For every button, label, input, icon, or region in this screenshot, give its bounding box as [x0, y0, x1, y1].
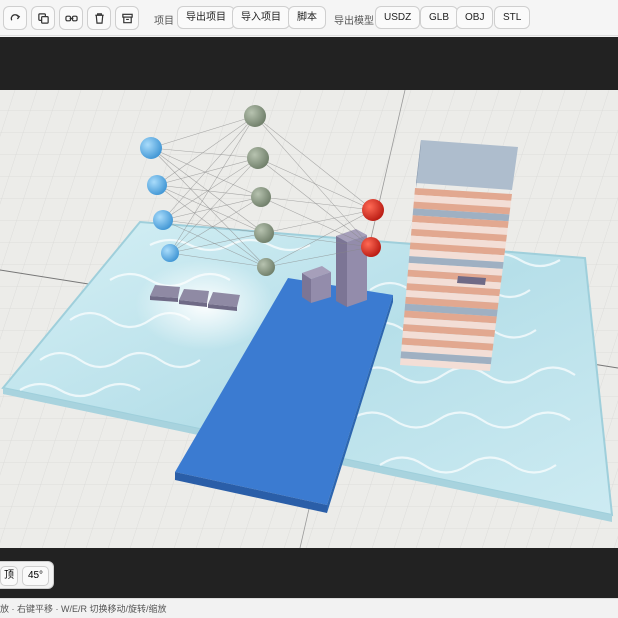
node-output-2[interactable] [361, 237, 381, 257]
link-button[interactable] [59, 6, 83, 30]
node-hidden-5[interactable] [257, 258, 275, 276]
node-input-1[interactable] [140, 137, 162, 159]
node-input-2[interactable] [147, 175, 167, 195]
top-view-button[interactable]: 顶 [0, 566, 18, 586]
export-usdz-button[interactable]: USDZ [375, 6, 421, 29]
export-stl-button[interactable]: STL [494, 6, 531, 29]
toolbar: 项目 导出项目 导入项目 脚本 导出模型 USDZ GLB OBJ STL [0, 0, 618, 36]
script-button[interactable]: 脚本 [288, 6, 326, 29]
export-model-label: 导出模型 [334, 16, 374, 27]
node-hidden-2[interactable] [247, 147, 269, 169]
view-controls: 顶 45° [0, 561, 54, 589]
trash-icon [94, 12, 104, 24]
node-input-3[interactable] [153, 210, 173, 230]
export-project-button[interactable]: 导出项目 [177, 6, 235, 29]
status-hint: 放 · 右键平移 · W/E/R 切换移动/旋转/缩放 [0, 604, 167, 614]
top-panel-band [0, 37, 618, 90]
export-glb-button[interactable]: GLB [420, 6, 459, 29]
node-output-1[interactable] [362, 199, 384, 221]
node-hidden-4[interactable] [254, 223, 274, 243]
duplicate-button[interactable] [31, 6, 55, 30]
link-icon [64, 15, 78, 21]
export-obj-button[interactable]: OBJ [456, 6, 494, 29]
bottom-panel-band [0, 548, 618, 598]
node-hidden-1[interactable] [244, 105, 266, 127]
node-hidden-3[interactable] [251, 187, 271, 207]
node-input-4[interactable] [161, 244, 179, 262]
import-project-button[interactable]: 导入项目 [232, 6, 290, 29]
duplicate-icon [37, 12, 49, 24]
project-label: 项目 [154, 16, 174, 27]
redo-button[interactable] [3, 6, 27, 30]
delete-button[interactable] [87, 6, 111, 30]
3d-viewport[interactable] [0, 90, 618, 548]
status-bar: 放 · 右键平移 · W/E/R 切换移动/旋转/缩放 [0, 598, 618, 618]
cube-small[interactable] [302, 266, 331, 303]
angle-45-button[interactable]: 45° [22, 566, 49, 586]
archive-icon [121, 13, 133, 23]
tower-block[interactable] [336, 229, 367, 307]
archive-button[interactable] [115, 6, 139, 30]
redo-icon [10, 13, 20, 21]
scene-canvas[interactable] [0, 90, 618, 548]
